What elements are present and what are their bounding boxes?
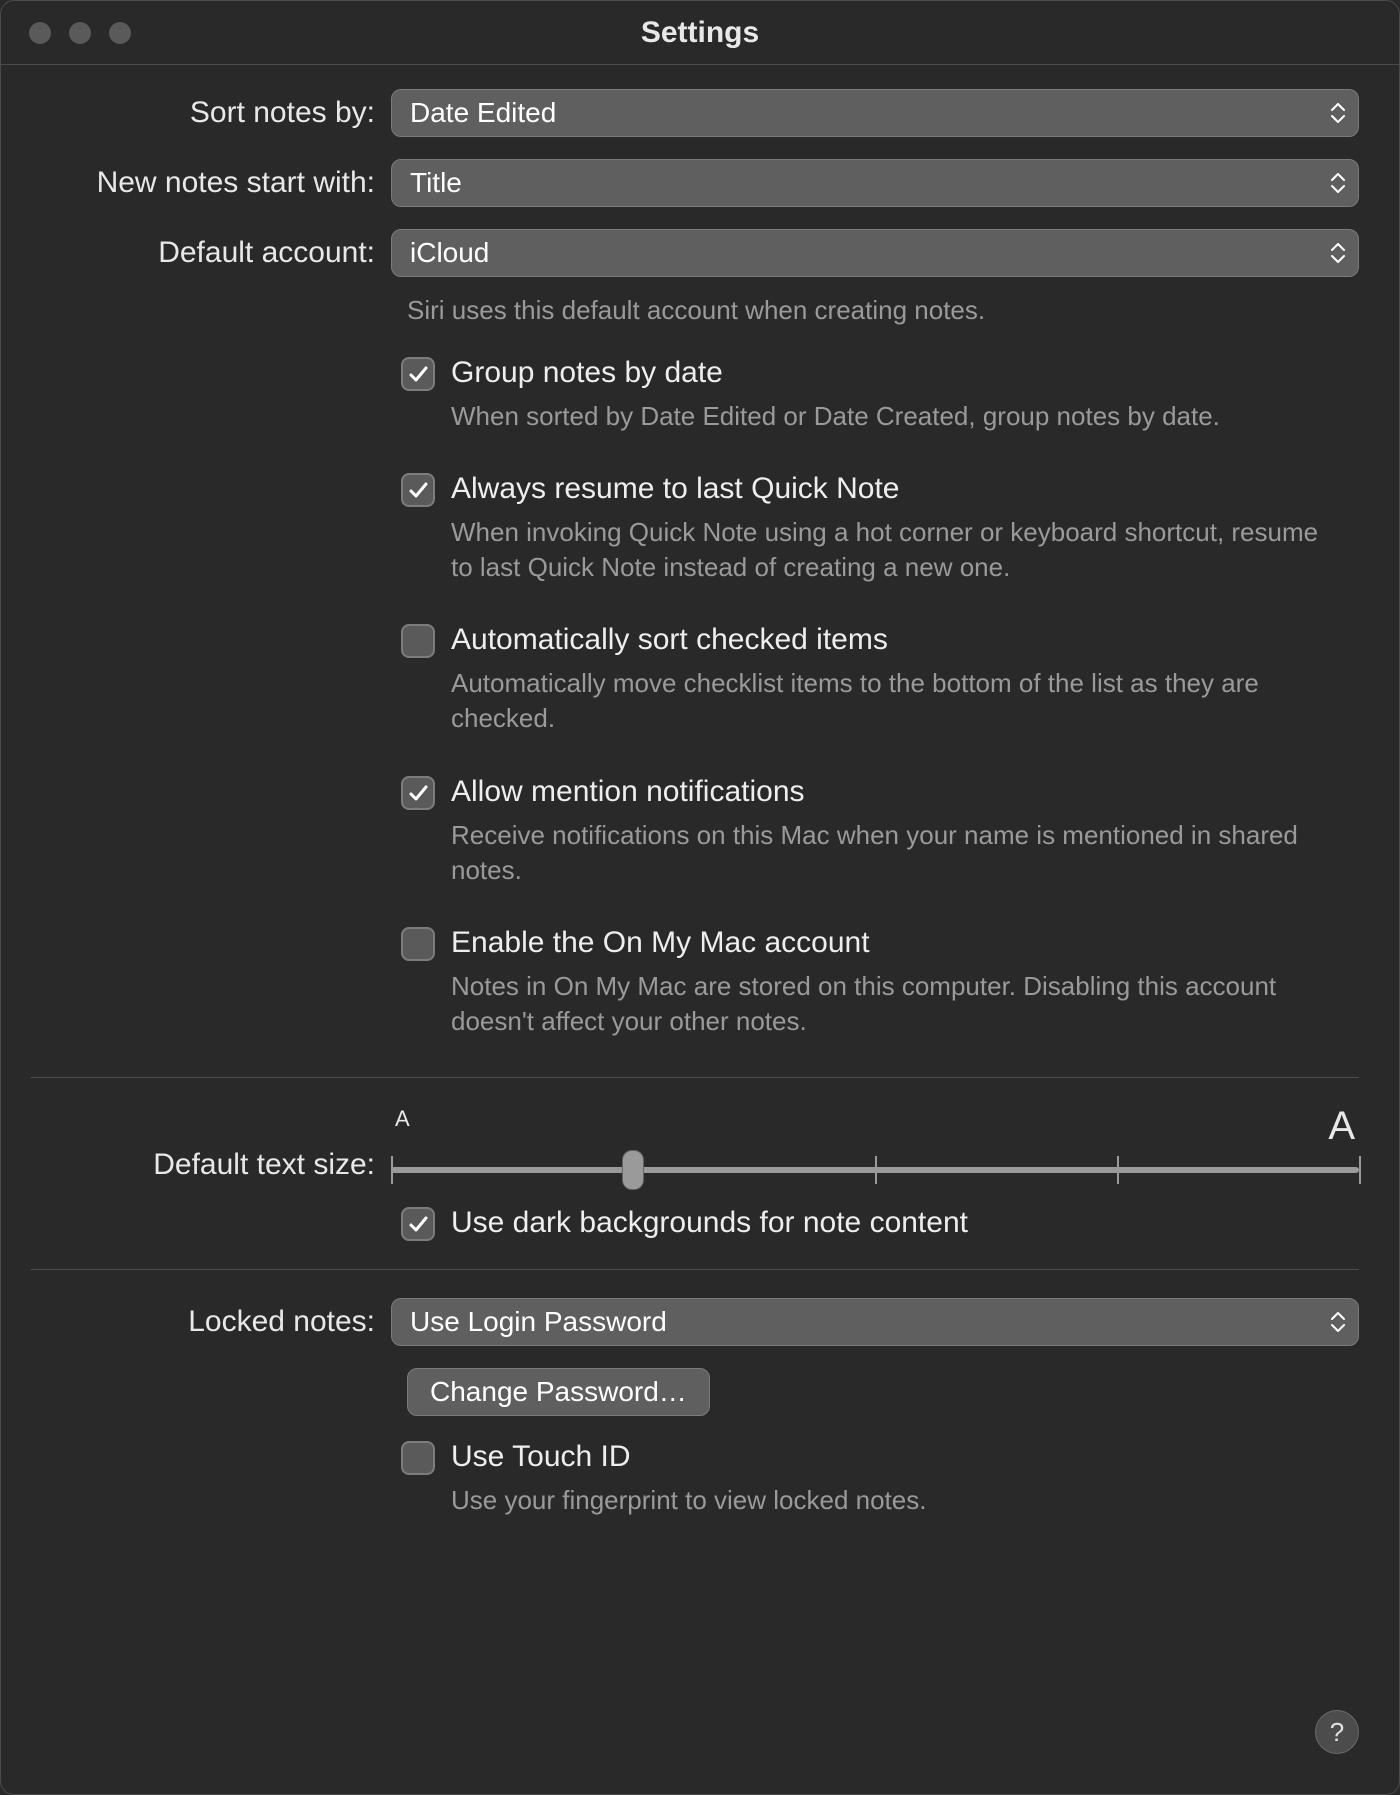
locked-notes-select[interactable]: Use Login Password — [391, 1298, 1359, 1346]
settings-window: Settings Sort notes by: Date Edited New … — [0, 0, 1400, 1795]
text-size-small-icon: A — [395, 1106, 410, 1146]
resume-quick-note-checkbox[interactable] — [401, 473, 435, 507]
traffic-lights — [1, 22, 131, 44]
new-notes-start-value: Title — [410, 167, 462, 199]
mention-notifications-desc: Receive notifications on this Mac when y… — [451, 818, 1329, 888]
dark-backgrounds-checkbox[interactable] — [401, 1207, 435, 1241]
chevron-up-down-icon — [1330, 243, 1346, 263]
resume-quick-note-desc: When invoking Quick Note using a hot cor… — [451, 515, 1329, 585]
titlebar: Settings — [1, 1, 1399, 65]
default-account-caption: Siri uses this default account when crea… — [407, 293, 1359, 328]
close-window-button[interactable] — [29, 22, 51, 44]
mention-notifications-label: Allow mention notifications — [451, 775, 805, 809]
group-by-date-label: Group notes by date — [451, 356, 723, 390]
default-text-size-label: Default text size: — [31, 1148, 391, 1188]
sort-by-value: Date Edited — [410, 97, 556, 129]
settings-content: Sort notes by: Date Edited New notes sta… — [1, 65, 1399, 1794]
chevron-up-down-icon — [1330, 103, 1346, 123]
change-password-button[interactable]: Change Password… — [407, 1368, 710, 1416]
new-notes-start-label: New notes start with: — [31, 166, 391, 200]
sort-by-label: Sort notes by: — [31, 96, 391, 130]
default-account-value: iCloud — [410, 237, 489, 269]
divider — [31, 1269, 1359, 1270]
auto-sort-checked-label: Automatically sort checked items — [451, 623, 888, 657]
default-account-select[interactable]: iCloud — [391, 229, 1359, 277]
minimize-window-button[interactable] — [69, 22, 91, 44]
chevron-up-down-icon — [1330, 1312, 1346, 1332]
touch-id-desc: Use your fingerprint to view locked note… — [451, 1483, 1329, 1518]
chevron-up-down-icon — [1330, 173, 1346, 193]
help-button[interactable]: ? — [1315, 1710, 1359, 1754]
text-size-slider[interactable] — [391, 1152, 1359, 1188]
group-by-date-checkbox[interactable] — [401, 357, 435, 391]
new-notes-start-select[interactable]: Title — [391, 159, 1359, 207]
on-my-mac-checkbox[interactable] — [401, 927, 435, 961]
divider — [31, 1077, 1359, 1078]
mention-notifications-checkbox[interactable] — [401, 776, 435, 810]
touch-id-label: Use Touch ID — [451, 1440, 631, 1474]
locked-notes-label: Locked notes: — [31, 1305, 391, 1339]
auto-sort-checked-desc: Automatically move checklist items to th… — [451, 666, 1329, 736]
zoom-window-button[interactable] — [109, 22, 131, 44]
text-size-big-icon: A — [1328, 1106, 1355, 1146]
dark-backgrounds-label: Use dark backgrounds for note content — [451, 1206, 968, 1240]
locked-notes-value: Use Login Password — [410, 1306, 667, 1338]
window-title: Settings — [1, 16, 1399, 50]
on-my-mac-label: Enable the On My Mac account — [451, 926, 870, 960]
default-account-label: Default account: — [31, 236, 391, 270]
auto-sort-checked-checkbox[interactable] — [401, 624, 435, 658]
resume-quick-note-label: Always resume to last Quick Note — [451, 472, 900, 506]
sort-by-select[interactable]: Date Edited — [391, 89, 1359, 137]
touch-id-checkbox[interactable] — [401, 1441, 435, 1475]
on-my-mac-desc: Notes in On My Mac are stored on this co… — [451, 969, 1329, 1039]
slider-thumb[interactable] — [622, 1150, 644, 1190]
group-by-date-desc: When sorted by Date Edited or Date Creat… — [451, 399, 1329, 434]
